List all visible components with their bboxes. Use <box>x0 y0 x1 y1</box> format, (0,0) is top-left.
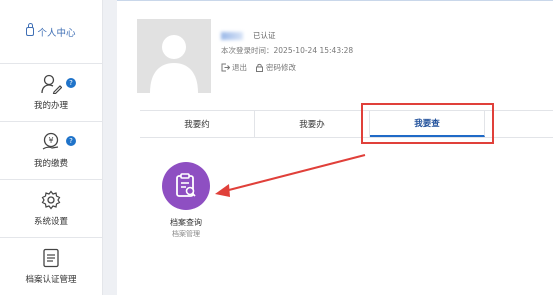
sidebar-item-label: 我的缴费 <box>33 159 68 169</box>
sidebar-item-label: 系统设置 <box>33 217 68 227</box>
badge: ? <box>66 78 76 88</box>
sidebar-item-settings[interactable]: 系统设置 <box>0 180 102 238</box>
svg-text:¥: ¥ <box>48 136 53 145</box>
payment-icon: ¥ <box>42 132 59 150</box>
sidebar-header-label: 个人中心 <box>37 27 76 39</box>
sidebar: 个人中心 ? 我的办理 ¥ ? 我的缴费 系统设置 档案认证管理 <box>0 0 103 295</box>
sidebar-item-archive-cert[interactable]: 档案认证管理 <box>0 238 102 295</box>
sidebar-item-label: 档案认证管理 <box>25 275 77 285</box>
lock-icon <box>26 23 35 36</box>
sidebar-item-my-handling[interactable]: ? 我的办理 <box>0 64 102 122</box>
sidebar-header[interactable]: 个人中心 <box>0 0 102 64</box>
gear-icon <box>41 190 61 210</box>
page: 个人中心 ? 我的办理 ¥ ? 我的缴费 系统设置 档案认证管理 已认证 本次登… <box>0 0 553 295</box>
annotation-arrow <box>215 154 366 197</box>
sidebar-item-label: 我的办理 <box>33 101 68 111</box>
sidebar-item-my-payment[interactable]: ¥ ? 我的缴费 <box>0 122 102 180</box>
main-panel: 已认证 本次登录时间：2025-10-24 15:43:28 退出 密码修改 我… <box>117 0 553 295</box>
badge: ? <box>66 136 76 146</box>
document-list-icon <box>43 248 59 268</box>
content-gutter <box>103 0 117 295</box>
person-edit-icon <box>41 74 62 94</box>
